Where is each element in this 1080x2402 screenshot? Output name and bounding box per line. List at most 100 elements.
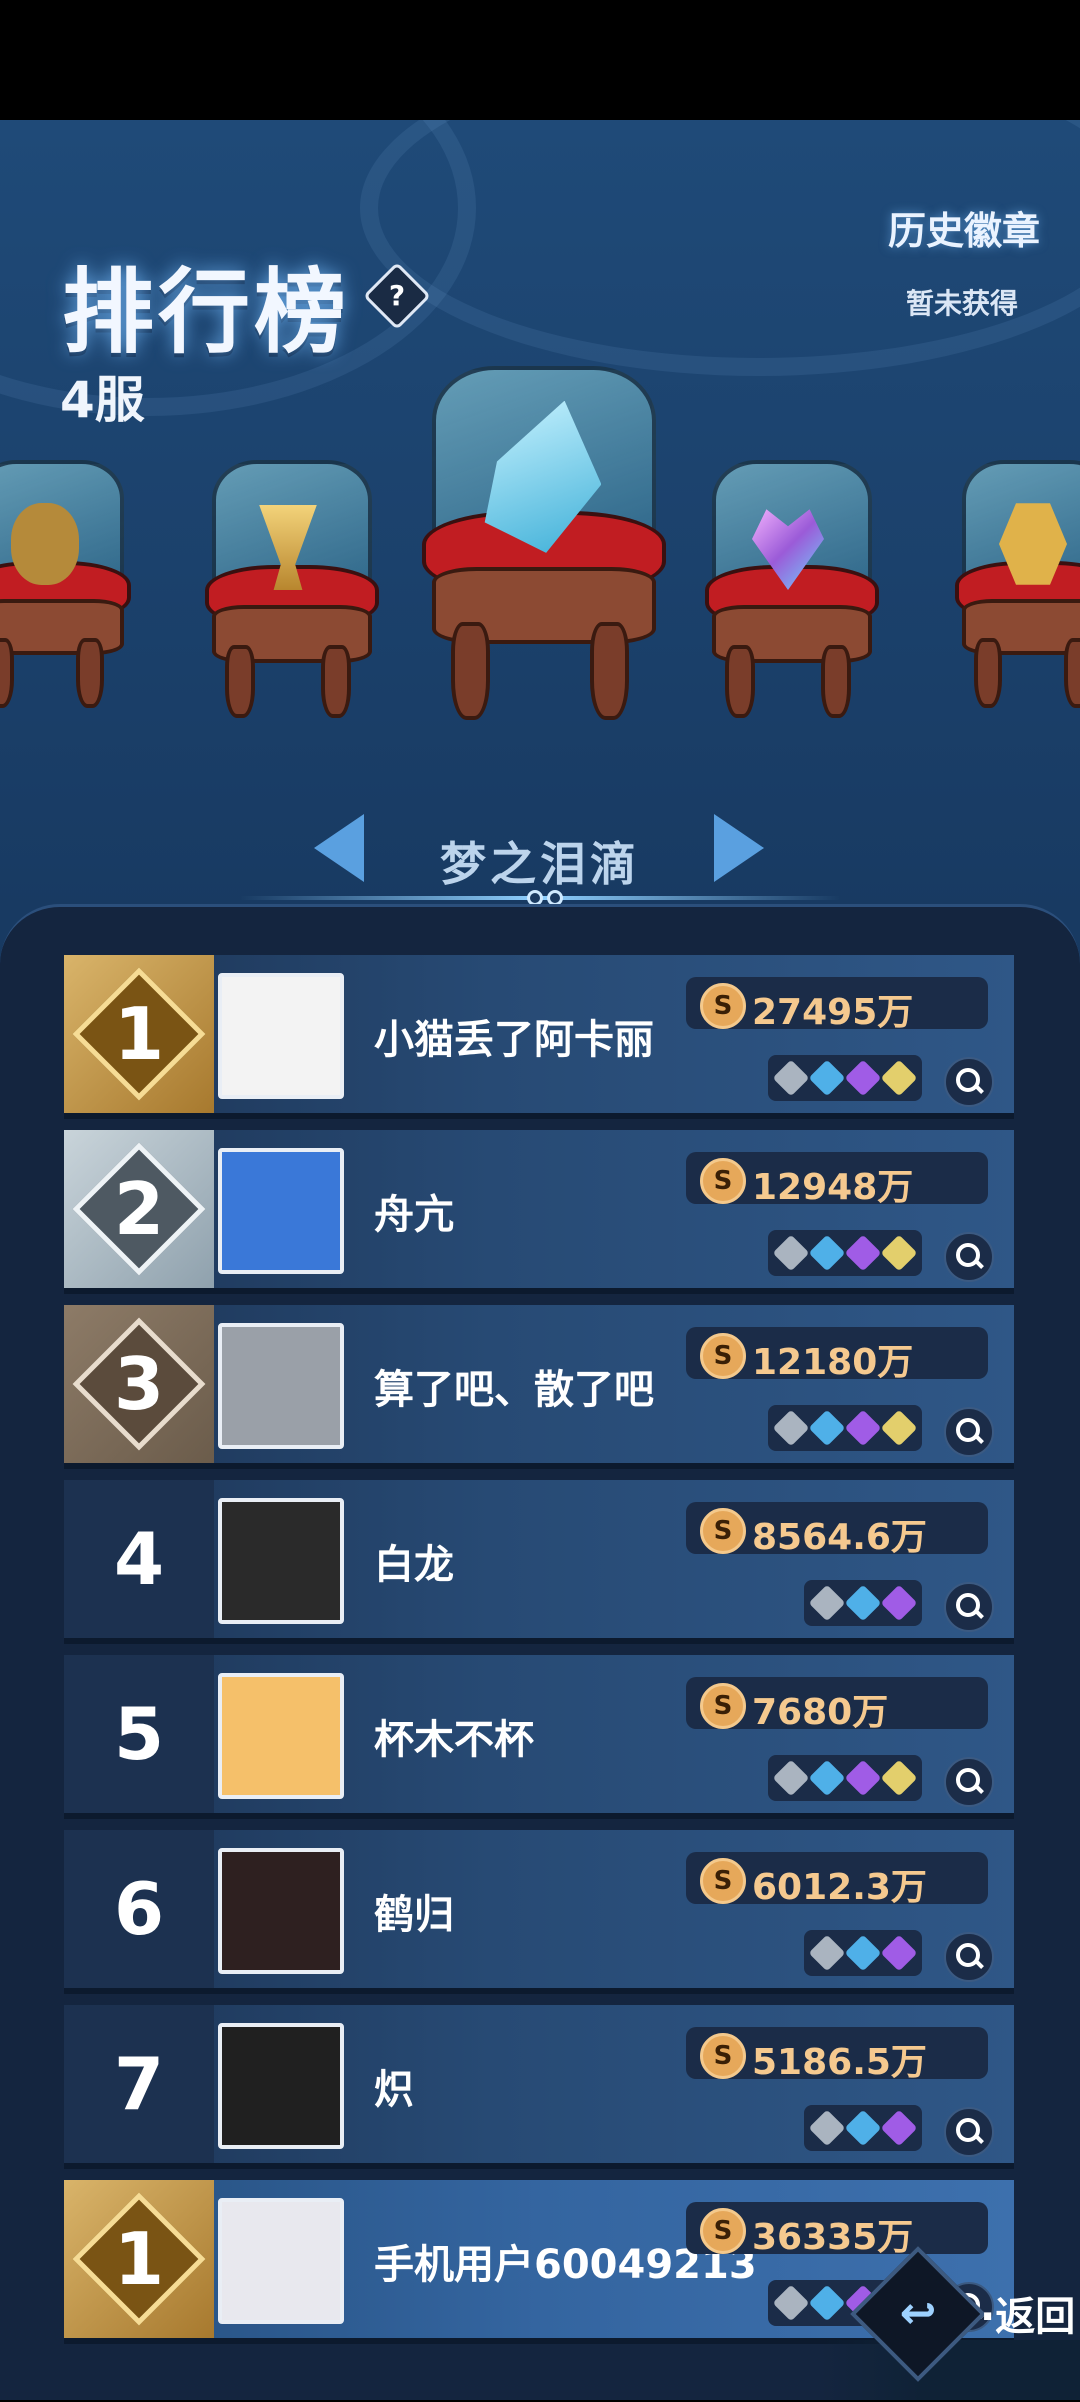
coin-bag-icon: S: [700, 1858, 746, 1904]
gold-gem-icon: [880, 1409, 918, 1447]
ranking-row[interactable]: 4 白龙 S 8564.6万: [64, 1480, 1014, 1644]
rank-number: 1: [113, 2217, 165, 2301]
gray-gem-icon: [772, 1409, 810, 1447]
ranking-panel: 1 小猫丢了阿卡丽 S 27495万 2 舟亢 S 12948万 3 算了吧、散了吧 S 12180万…: [0, 904, 1080, 2400]
avatar[interactable]: [218, 973, 344, 1099]
blue-gem-icon: [808, 1059, 846, 1097]
badge-pedestal-turtle[interactable]: [0, 460, 132, 708]
coin-bag-icon: S: [700, 983, 746, 1029]
gray-gem-icon: [772, 1059, 810, 1097]
rank-badge: 7: [64, 2005, 214, 2163]
search-icon[interactable]: [944, 1757, 994, 1807]
search-icon[interactable]: [944, 1932, 994, 1982]
purple-gem-icon: [880, 2109, 918, 2147]
gem-set: [804, 1580, 922, 1626]
coin-value: 5186.5万: [752, 2042, 927, 2083]
rank-number: 2: [113, 1167, 165, 1251]
badge-pedestal-gold-cup[interactable]: [198, 460, 379, 718]
gray-gem-icon: [808, 1584, 846, 1622]
purple-gem-icon: [880, 1584, 918, 1622]
rank-number: 4: [113, 1517, 165, 1601]
search-icon[interactable]: [944, 1232, 994, 1282]
player-name: 杯木不杯: [374, 1717, 534, 1763]
blue-gem-icon: [808, 1759, 846, 1797]
gold-gem-icon: [880, 1059, 918, 1097]
page-title: 排行榜: [62, 259, 351, 366]
coin-box: S 12948万: [686, 1152, 988, 1208]
coin-bag-icon: S: [700, 1508, 746, 1554]
rank-badge: 5: [64, 1655, 214, 1813]
coin-bag-icon: S: [700, 1158, 746, 1204]
search-icon[interactable]: [944, 1057, 994, 1107]
purple-gem-icon: [880, 1934, 918, 1972]
coin-value: 6012.3万: [752, 1867, 927, 1908]
avatar[interactable]: [218, 1148, 344, 1274]
history-badges-status: 暂未获得: [905, 287, 1018, 320]
rank-number: 3: [113, 1342, 165, 1426]
blue-gem-icon: [844, 2109, 882, 2147]
blue-gem-icon: [844, 1584, 882, 1622]
search-icon[interactable]: [944, 1407, 994, 1457]
avatar[interactable]: [218, 1848, 344, 1974]
coin-box: S 12180万: [686, 1327, 988, 1383]
purple-gem-icon: [844, 1759, 882, 1797]
return-arrow-icon: ↩: [899, 2288, 937, 2339]
history-badges-button[interactable]: 历史徽章: [888, 200, 1040, 255]
ranking-row[interactable]: 2 舟亢 S 12948万: [64, 1130, 1014, 1294]
coin-value: 36335万: [752, 2217, 914, 2258]
ranking-row[interactable]: 3 算了吧、散了吧 S 12180万: [64, 1305, 1014, 1469]
blue-gem-icon: [844, 1934, 882, 1972]
rank-badge: 6: [64, 1830, 214, 1988]
coin-value: 27495万: [752, 992, 914, 1033]
rank-badge: 3: [64, 1305, 214, 1463]
avatar[interactable]: [218, 2023, 344, 2149]
ranking-row[interactable]: 6 鹤归 S 6012.3万: [64, 1830, 1014, 1994]
player-name: 小猫丢了阿卡丽: [374, 1017, 654, 1063]
player-name: 算了吧、散了吧: [374, 1367, 654, 1413]
gem-set: [804, 1930, 922, 1976]
coin-bag-icon: S: [700, 2208, 746, 2254]
rank-number: 7: [113, 2042, 165, 2126]
rank-number: 1: [113, 992, 165, 1076]
back-label[interactable]: ·返回: [980, 2284, 1075, 2342]
selected-badge-name: 梦之泪滴: [440, 837, 640, 891]
ranking-row[interactable]: 1 小猫丢了阿卡丽 S 27495万: [64, 955, 1014, 1119]
badge-pedestal-crystal-heart[interactable]: [698, 460, 879, 718]
avatar[interactable]: [218, 1323, 344, 1449]
search-icon[interactable]: [944, 1582, 994, 1632]
player-name: 白龙: [374, 1542, 454, 1588]
gem-set: [768, 1755, 922, 1801]
previous-badge-arrow[interactable]: [314, 814, 364, 882]
coin-bag-icon: S: [700, 2033, 746, 2079]
coin-value: 12948万: [752, 1167, 914, 1208]
next-badge-arrow[interactable]: [714, 814, 764, 882]
coin-box: S 6012.3万: [686, 1852, 988, 1908]
avatar[interactable]: [218, 1498, 344, 1624]
coin-box: S 7680万: [686, 1677, 988, 1733]
player-name: 舟亢: [374, 1192, 454, 1238]
ranking-row[interactable]: 5 杯木不杯 S 7680万: [64, 1655, 1014, 1819]
avatar[interactable]: [218, 1673, 344, 1799]
badge-pedestal-dream-teardrop[interactable]: [412, 366, 668, 720]
avatar[interactable]: [218, 2198, 344, 2324]
gem-set: [804, 2105, 922, 2151]
leaderboard-screen: 排行榜 ? 4服 历史徽章 暂未获得 梦之泪滴 1 小猫丢了阿卡丽 S 27495万 2…: [0, 120, 1080, 2400]
search-icon[interactable]: [944, 2107, 994, 2157]
coin-value: 7680万: [752, 1692, 889, 1733]
gold-gem-icon: [880, 1759, 918, 1797]
coin-value: 8564.6万: [752, 1517, 927, 1558]
gray-gem-icon: [808, 1934, 846, 1972]
badge-pedestal-bitcoin[interactable]: [948, 460, 1080, 708]
turtle-trophy-icon: [11, 503, 79, 585]
rank-badge: 2: [64, 1130, 214, 1288]
coin-bag-icon: S: [700, 1333, 746, 1379]
coin-box: S 36335万: [686, 2202, 988, 2258]
gold-gem-icon: [880, 1234, 918, 1272]
gray-gem-icon: [772, 2284, 810, 2322]
blue-gem-icon: [808, 2284, 846, 2322]
rank-number: 5: [113, 1692, 165, 1776]
gray-gem-icon: [772, 1759, 810, 1797]
ranking-row[interactable]: 7 炽 S 5186.5万: [64, 2005, 1014, 2169]
gem-set: [768, 1055, 922, 1101]
rank-badge: 4: [64, 1480, 214, 1638]
